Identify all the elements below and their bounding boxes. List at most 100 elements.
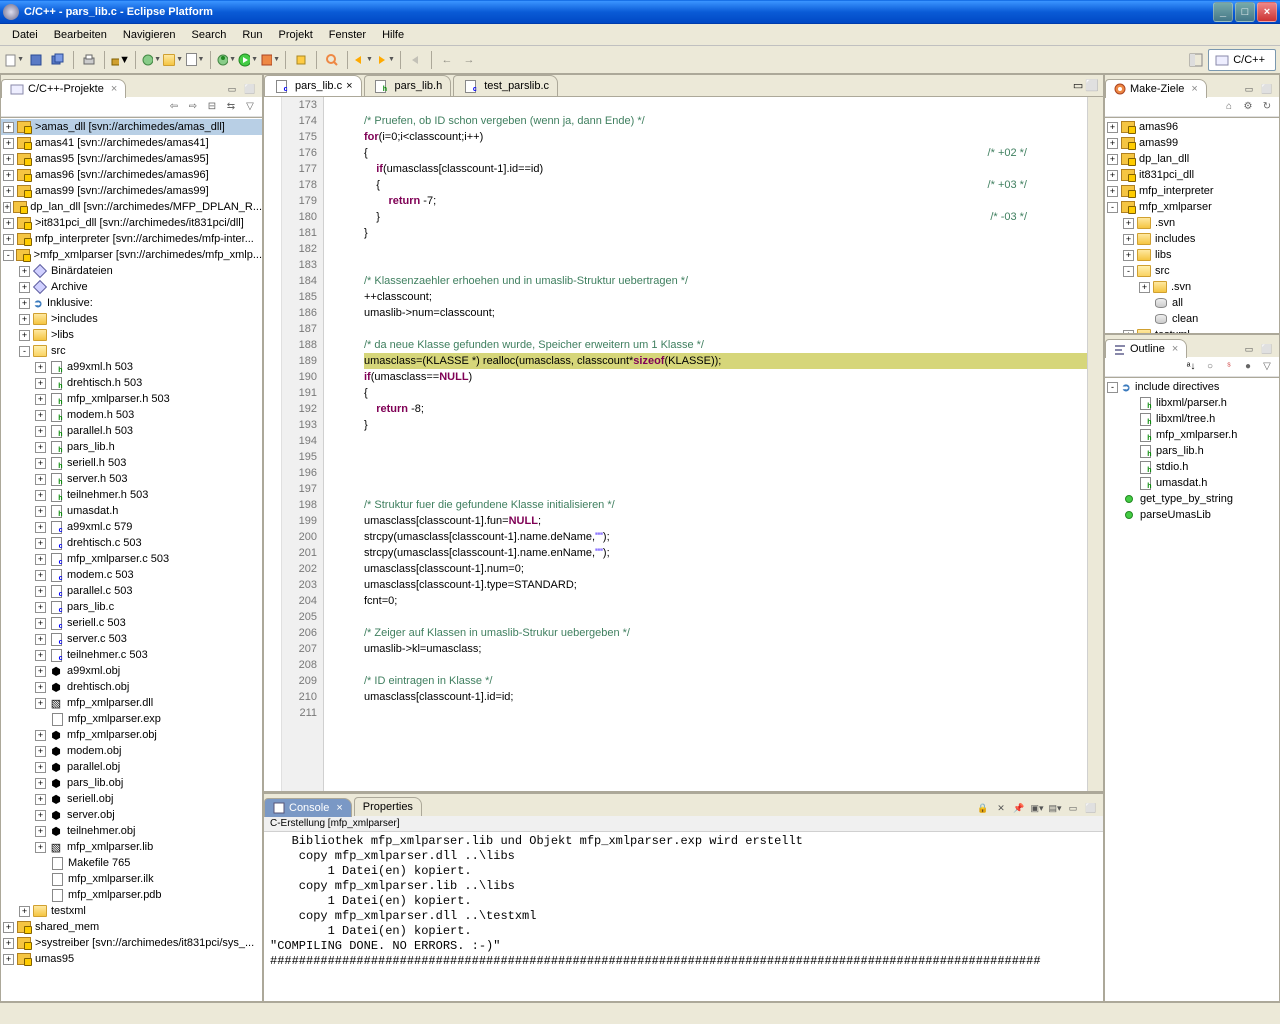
- tree-item[interactable]: +testxml: [1105, 327, 1279, 333]
- tree-item[interactable]: +▧mfp_xmlparser.dll: [1, 695, 262, 711]
- expander-icon[interactable]: +: [3, 234, 14, 245]
- tree-item[interactable]: -src: [1105, 263, 1279, 279]
- menu-hilfe[interactable]: Hilfe: [374, 27, 412, 43]
- code-line[interactable]: for(i=0;i<classcount;i++): [364, 129, 1087, 145]
- minimize-view-icon[interactable]: ▭: [1241, 341, 1257, 357]
- minimize-view-icon[interactable]: ▭: [1065, 800, 1081, 816]
- run-button[interactable]: ▼: [238, 50, 258, 70]
- expander-icon[interactable]: +: [19, 298, 30, 309]
- expander-icon[interactable]: -: [1107, 202, 1118, 213]
- tree-item[interactable]: mfp_xmlparser.h: [1105, 427, 1279, 443]
- tree-item[interactable]: +amas96: [1105, 119, 1279, 135]
- tree-item[interactable]: +amas99 [svn://archimedes/amas99]: [1, 183, 262, 199]
- link-editor-icon[interactable]: ⇆: [223, 99, 239, 115]
- code-line[interactable]: umasclass[classcount-1].fun=NULL;: [364, 513, 1087, 529]
- code-line[interactable]: [364, 657, 1087, 673]
- expander-icon[interactable]: +: [3, 170, 14, 181]
- tree-item[interactable]: +mfp_xmlparser.c 503: [1, 551, 262, 567]
- code-line[interactable]: return -7;: [364, 193, 1087, 209]
- code-line[interactable]: umasclass[classcount-1].num=0;: [364, 561, 1087, 577]
- expander-icon[interactable]: +: [35, 506, 46, 517]
- tree-item[interactable]: +⬢pars_lib.obj: [1, 775, 262, 791]
- tree-item[interactable]: +pars_lib.h: [1, 439, 262, 455]
- pin-console-icon[interactable]: 📌: [1011, 800, 1027, 816]
- tab-properties[interactable]: Properties: [354, 797, 422, 816]
- ext-tools-button[interactable]: ▼: [260, 50, 280, 70]
- make-targets-tree[interactable]: +amas96+amas99+dp_lan_dll+it831pci_dll+m…: [1105, 117, 1279, 333]
- tree-item[interactable]: umasdat.h: [1105, 475, 1279, 491]
- clear-console-icon[interactable]: ✕: [993, 800, 1009, 816]
- expander-icon[interactable]: +: [35, 426, 46, 437]
- lock-scroll-icon[interactable]: 🔒: [975, 800, 991, 816]
- tree-item[interactable]: ->mfp_xmlparser [svn://archimedes/mfp_xm…: [1, 247, 262, 263]
- hide-fields-icon[interactable]: ○: [1202, 359, 1218, 375]
- close-icon[interactable]: ×: [111, 83, 117, 95]
- code-line[interactable]: umasclass=(KLASSE *) realloc(umasclass, …: [364, 353, 1087, 369]
- expander-icon[interactable]: +: [35, 522, 46, 533]
- expander-icon[interactable]: +: [35, 442, 46, 453]
- home-icon[interactable]: ⌂: [1221, 99, 1237, 115]
- tree-item[interactable]: +⬢a99xml.obj: [1, 663, 262, 679]
- code-line[interactable]: if(umasclass==NULL): [364, 369, 1087, 385]
- tree-item[interactable]: +umasdat.h: [1, 503, 262, 519]
- editor-tab[interactable]: pars_lib.h: [364, 75, 452, 96]
- print-button[interactable]: [79, 50, 99, 70]
- code-line[interactable]: {: [364, 385, 1087, 401]
- build-target-icon[interactable]: ⚙: [1240, 99, 1256, 115]
- expander-icon[interactable]: +: [1107, 154, 1118, 165]
- tree-item[interactable]: +teilnehmer.h 503: [1, 487, 262, 503]
- close-icon[interactable]: ×: [1191, 83, 1197, 95]
- tree-item[interactable]: +pars_lib.c: [1, 599, 262, 615]
- expander-icon[interactable]: +: [19, 314, 30, 325]
- tree-item[interactable]: +server.c 503: [1, 631, 262, 647]
- expander-icon[interactable]: +: [3, 938, 14, 949]
- expander-icon[interactable]: +: [35, 538, 46, 549]
- tree-item[interactable]: +>systreiber [svn://archimedes/it831pci/…: [1, 935, 262, 951]
- tree-item[interactable]: get_type_by_string: [1105, 491, 1279, 507]
- source-editor[interactable]: 1731741751761771781791801811821831841851…: [264, 97, 1103, 791]
- tree-item[interactable]: +dp_lan_dll: [1105, 151, 1279, 167]
- tree-item[interactable]: +⬢drehtisch.obj: [1, 679, 262, 695]
- hide-static-icon[interactable]: ˢ: [1221, 359, 1237, 375]
- expander-icon[interactable]: +: [3, 186, 14, 197]
- code-line[interactable]: /* Klassenzaehler erhoehen und in umasli…: [364, 273, 1087, 289]
- new-class-button[interactable]: ▼: [141, 50, 161, 70]
- tree-item[interactable]: -src: [1, 343, 262, 359]
- code-line[interactable]: {/* +03 */: [364, 177, 1087, 193]
- tree-item[interactable]: +>it831pci_dll [svn://archimedes/it831pc…: [1, 215, 262, 231]
- expander-icon[interactable]: +: [35, 458, 46, 469]
- tree-item[interactable]: pars_lib.h: [1105, 443, 1279, 459]
- save-all-button[interactable]: [48, 50, 68, 70]
- code-line[interactable]: umasclass[classcount-1].type=STANDARD;: [364, 577, 1087, 593]
- tree-item[interactable]: stdio.h: [1105, 459, 1279, 475]
- expander-icon[interactable]: +: [35, 810, 46, 821]
- tree-item[interactable]: +mfp_interpreter [svn://archimedes/mfp-i…: [1, 231, 262, 247]
- expander-icon[interactable]: -: [19, 346, 30, 357]
- code-line[interactable]: strcpy(umasclass[classcount-1].name.deNa…: [364, 529, 1087, 545]
- expander-icon[interactable]: +: [1107, 122, 1118, 133]
- minimize-view-icon[interactable]: ▭: [224, 81, 240, 97]
- expander-icon[interactable]: -: [1107, 382, 1118, 393]
- tree-item[interactable]: +⬢modem.obj: [1, 743, 262, 759]
- minimize-editor-icon[interactable]: ▭: [1073, 79, 1083, 92]
- expander-icon[interactable]: +: [1123, 234, 1134, 245]
- tree-item[interactable]: all: [1105, 295, 1279, 311]
- tree-item[interactable]: +>libs: [1, 327, 262, 343]
- expander-icon[interactable]: +: [35, 378, 46, 389]
- tree-item[interactable]: +.svn: [1105, 215, 1279, 231]
- expander-icon[interactable]: +: [3, 138, 14, 149]
- expander-icon[interactable]: +: [35, 794, 46, 805]
- code-line[interactable]: [364, 257, 1087, 273]
- expander-icon[interactable]: +: [1123, 250, 1134, 261]
- expander-icon[interactable]: +: [19, 266, 30, 277]
- expander-icon[interactable]: +: [35, 650, 46, 661]
- tree-item[interactable]: +dp_lan_dll [svn://archimedes/MFP_DPLAN_…: [1, 199, 262, 215]
- code-line[interactable]: /* Zeiger auf Klassen in umaslib-Strukur…: [364, 625, 1087, 641]
- expander-icon[interactable]: +: [35, 730, 46, 741]
- code-line[interactable]: }: [364, 417, 1087, 433]
- tree-item[interactable]: +amas99: [1105, 135, 1279, 151]
- close-icon[interactable]: ×: [336, 802, 342, 814]
- back-nav-icon[interactable]: ⇦: [166, 99, 182, 115]
- expander-icon[interactable]: +: [3, 922, 14, 933]
- code-line[interactable]: }/* -03 */: [364, 209, 1087, 225]
